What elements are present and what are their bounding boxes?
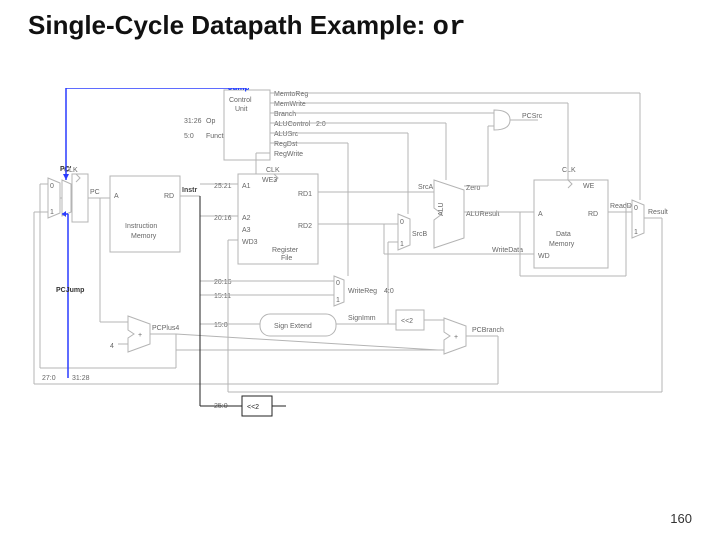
dm-port-wd: WD [538, 253, 550, 260]
dm-we: WE [583, 183, 595, 190]
alusrc-label: ALUSrc [274, 131, 299, 138]
rf-a2: A2 [242, 215, 251, 222]
control-unit-label-2: Unit [235, 106, 248, 113]
clk-label-dm: CLK [562, 167, 576, 174]
mux-mtr-0: 0 [634, 205, 638, 212]
shift2a-label: <<2 [401, 318, 413, 325]
mux-mtr-1: 1 [634, 229, 638, 236]
rf-wd3: WD3 [242, 239, 258, 246]
imem-port-rd: RD [164, 193, 174, 200]
srca-label: SrcA [418, 184, 434, 191]
pcsrc-label: PCSrc [522, 113, 543, 120]
alu-label: ALU [438, 202, 445, 216]
srcb-label: SrcB [412, 231, 428, 238]
writereg-bits: 4:0 [384, 288, 394, 295]
op-label: Op [206, 118, 215, 125]
rf-rd2: RD2 [298, 223, 312, 230]
instruction-memory [110, 176, 180, 252]
pcbranch-label: PCBranch [472, 327, 504, 334]
dmem-label-2: Memory [549, 241, 575, 248]
and-gate-branch [494, 110, 510, 130]
mux-regdst-0: 0 [336, 280, 340, 287]
mux0-label: 0 [50, 183, 54, 190]
shift2b-label: <<2 [247, 404, 259, 411]
regfile-label-1: Register [272, 247, 299, 254]
adder-pcbranch-plus: + [454, 334, 458, 341]
mux-jump [62, 180, 71, 216]
bits-15-11: 15:11 [214, 293, 231, 300]
bits-5-0: 5:0 [184, 133, 194, 140]
mux-alusrc-1: 1 [400, 241, 404, 248]
bits-31-26: 31:26 [184, 118, 202, 125]
writereg-label: WriteReg [348, 288, 377, 295]
rf-we3: WE3 [262, 177, 277, 184]
clk-label-rf: CLK [266, 167, 280, 174]
memwrite-label: MemWrite [274, 101, 306, 108]
title-instruction: or [433, 13, 466, 43]
bits-31-28: 31:28 [72, 375, 90, 382]
memtoreg-label: MemtoReg [274, 91, 308, 98]
signimm-label: SignImm [348, 315, 376, 322]
pcjump-label: PCJump [56, 287, 84, 294]
title-prefix: Single-Cycle Datapath Example: [28, 10, 433, 40]
mux1-label: 1 [50, 209, 54, 216]
dm-port-a: A [538, 211, 543, 218]
alucontrol-label: ALUControl [274, 121, 311, 128]
imem-label-2: Memory [131, 233, 157, 240]
sign-extend-label: Sign Extend [274, 323, 312, 330]
alucontrol-bits: 2:0 [316, 121, 326, 128]
result-label: Result [648, 209, 668, 216]
mux-regdst-1: 1 [336, 297, 340, 304]
bits-27-0: 27:0 [42, 375, 56, 382]
pcplus4-label: PCPlus4 [152, 325, 179, 332]
bits-20-16-b: 20:16 [214, 279, 232, 286]
page-number: 160 [670, 511, 692, 526]
mux-alusrc-0: 0 [400, 219, 404, 226]
datapath-diagram: 0 1 CLK PC' PC A RD Instruction Memory I… [28, 88, 692, 468]
regdst-label: RegDst [274, 141, 297, 148]
instr-label: Instr [182, 187, 197, 194]
rf-a3: A3 [242, 227, 251, 234]
control-unit-label-1: Control [229, 97, 252, 104]
rf-a1: A1 [242, 183, 251, 190]
imem-label-1: Instruction [125, 223, 157, 230]
writedata-label: WriteData [492, 247, 523, 254]
imem-port-a: A [114, 193, 119, 200]
four-label: 4 [110, 343, 114, 350]
pc-register [72, 174, 88, 222]
dmem-label-1: Data [556, 231, 571, 238]
bits-15-0: 15:0 [214, 322, 228, 329]
dm-port-rd: RD [588, 211, 598, 218]
branch-label: Branch [274, 111, 296, 118]
adder-pc4-plus: + [138, 332, 142, 339]
pc-label: PC [90, 189, 100, 196]
regfile-label-2: File [281, 255, 292, 262]
rf-rd1: RD1 [298, 191, 312, 198]
regwrite-label: RegWrite [274, 151, 303, 158]
funct-label: Funct [206, 133, 224, 140]
